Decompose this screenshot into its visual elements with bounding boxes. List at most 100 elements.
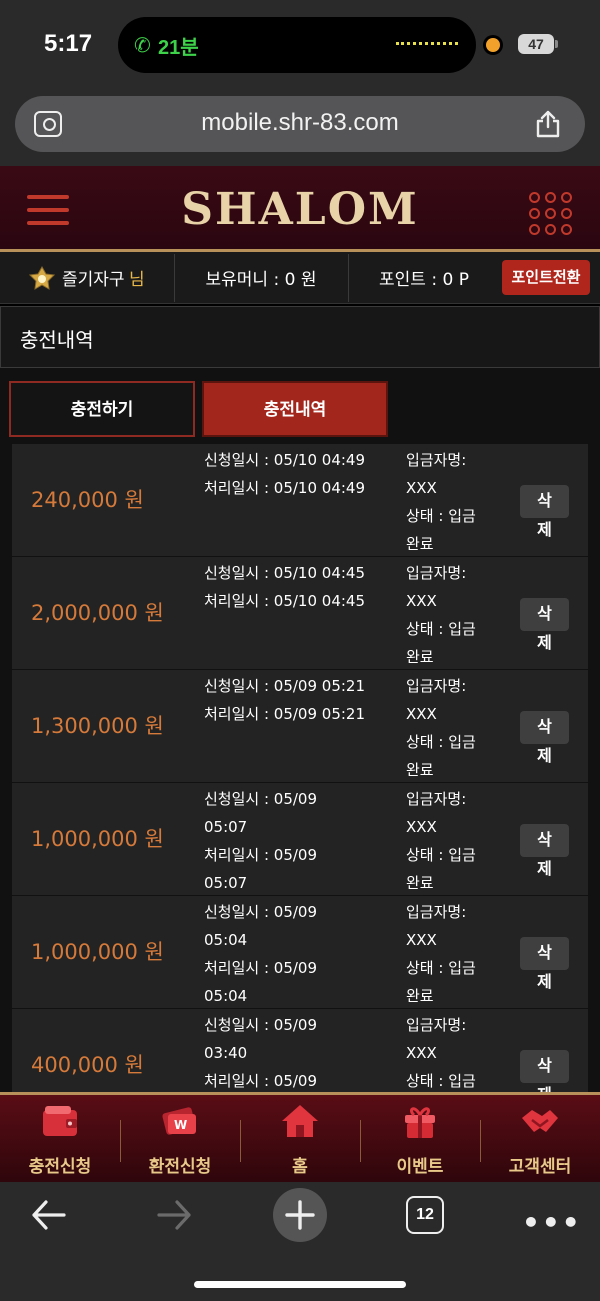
nav-label: 환전신청 (148, 1157, 212, 1177)
points-balance: 포인트 : 0 P (379, 270, 469, 290)
depositor-name: XXX (406, 479, 437, 497)
depositor-name: XXX (406, 931, 437, 949)
status-label: 상태 : 입금 (406, 846, 476, 864)
nav-item-event[interactable]: 이벤트 (360, 1098, 480, 1178)
charge-amount: 1,000,000 원 (31, 940, 164, 964)
status-label: 상태 : 입금 (406, 1072, 476, 1090)
record-dates: 신청일시 : 05/10 04:45 처리일시 : 05/10 04:45 (204, 559, 384, 615)
delete-button-label[interactable]: 제 (520, 516, 569, 540)
depositor-label: 입금자명: (406, 677, 467, 695)
delete-button[interactable]: 삭 (520, 485, 569, 518)
record-dates: 신청일시 : 05/09 05:04 처리일시 : 05/09 05:04 (204, 898, 334, 1010)
svg-text:W: W (174, 1118, 187, 1132)
process-time: 처리일시 : 05/09 05:21 (204, 705, 366, 723)
url-text[interactable]: mobile.shr-83.com (0, 109, 600, 137)
charge-amount: 1,300,000 원 (31, 714, 164, 738)
delete-button-label[interactable]: 제 (520, 1081, 569, 1092)
nav-label: 이벤트 (396, 1157, 444, 1177)
wallet-icon (43, 1106, 77, 1136)
handshake-icon (522, 1110, 558, 1132)
list-item: 2,000,000 원 신청일시 : 05/10 04:45 처리일시 : 05… (12, 557, 588, 670)
depositor-label: 입금자명: (406, 451, 467, 469)
delete-button-label[interactable]: 제 (520, 742, 569, 766)
battery-tip (555, 40, 558, 48)
list-item: 1,000,000 원 신청일시 : 05/09 05:07 처리일시 : 05… (12, 783, 588, 896)
battery-icon: 47 (518, 34, 554, 54)
depositor-name: XXX (406, 1044, 437, 1062)
charge-amount: 240,000 원 (31, 488, 144, 512)
charge-amount: 1,000,000 원 (31, 827, 164, 851)
status-value: 완료 (406, 648, 434, 666)
money-balance: 보유머니 : 0 원 (205, 270, 317, 290)
request-time: 신청일시 : 05/09 05:21 (204, 677, 366, 695)
request-time: 신청일시 : 05/09 05:07 (204, 790, 318, 836)
charge-amount: 2,000,000 원 (31, 601, 164, 625)
process-time: 처리일시 : 05/09 05:07 (204, 846, 318, 892)
delete-button-label[interactable]: 제 (520, 968, 569, 992)
share-icon[interactable] (535, 110, 561, 138)
depositor-label: 입금자명: (406, 564, 467, 582)
process-time: 처리일시 : 05/10 04:45 (204, 592, 366, 610)
record-dates: 신청일시 : 05/09 03:40 처리일시 : 05/09 (204, 1011, 334, 1092)
gift-icon (405, 1107, 435, 1138)
record-dates: 신청일시 : 05/10 04:49 처리일시 : 05/10 04:49 (204, 446, 384, 502)
tab-switcher-button[interactable]: 12 (406, 1196, 444, 1234)
page-title: 충전내역 (20, 328, 94, 352)
convert-points-button[interactable]: 포인트전환 (502, 260, 590, 295)
back-arrow-icon[interactable] (30, 1198, 68, 1232)
status-value: 완료 (406, 535, 434, 553)
depositor-name: XXX (406, 818, 437, 836)
more-options-icon[interactable]: ••• (522, 1206, 582, 1239)
request-time: 신청일시 : 05/10 04:45 (204, 564, 366, 582)
new-tab-button[interactable] (273, 1188, 327, 1242)
delete-button-label[interactable]: 제 (520, 629, 569, 653)
record-depositor: 입금자명: XXX 상태 : 입금 완료 (406, 898, 506, 1010)
nav-item-deposit[interactable]: 충전신청 (0, 1098, 120, 1178)
tab-charge-history[interactable]: 충전내역 (202, 381, 388, 437)
nav-label: 충전신청 (28, 1157, 92, 1177)
process-time: 처리일시 : 05/09 (204, 1072, 318, 1090)
divider (348, 254, 349, 302)
status-value: 완료 (406, 761, 434, 779)
process-time: 처리일시 : 05/10 04:49 (204, 479, 366, 497)
mic-indicator-icon (486, 38, 500, 52)
depositor-label: 입금자명: (406, 790, 467, 808)
record-depositor: 입금자명: XXX 상태 : 입금 완료 (406, 559, 506, 671)
site-logo[interactable]: SHALOM (0, 184, 600, 235)
forward-arrow-icon[interactable] (155, 1198, 193, 1232)
charge-history-list[interactable]: 240,000 원 신청일시 : 05/10 04:49 처리일시 : 05/1… (12, 444, 588, 1092)
record-dates: 신청일시 : 05/09 05:07 처리일시 : 05/09 05:07 (204, 785, 334, 897)
status-label: 상태 : 입금 (406, 507, 476, 525)
nav-label: 고객센터 (508, 1157, 572, 1177)
status-time: 5:17 (44, 30, 93, 57)
record-depositor: 입금자명: XXX 상태 : 입금 완료 (406, 785, 506, 897)
process-time: 처리일시 : 05/09 05:04 (204, 959, 318, 1005)
charge-amount: 400,000 원 (31, 1053, 144, 1077)
tab-charge[interactable]: 충전하기 (9, 381, 195, 437)
delete-button-label[interactable]: 제 (520, 855, 569, 879)
depositor-label: 입금자명: (406, 1016, 467, 1034)
username: 즐기자구 (62, 270, 125, 290)
depositor-name: XXX (406, 705, 437, 723)
record-depositor: 입금자명: XXX 상태 : 입금 완료 (406, 446, 506, 558)
delete-button[interactable]: 삭 (520, 711, 569, 744)
delete-button[interactable]: 삭 (520, 937, 569, 970)
delete-button[interactable]: 삭 (520, 1050, 569, 1083)
delete-button[interactable]: 삭 (520, 598, 569, 631)
list-item: 1,300,000 원 신청일시 : 05/09 05:21 처리일시 : 05… (12, 670, 588, 783)
nav-item-home[interactable]: 홈 (240, 1098, 360, 1178)
call-duration: 21분 (158, 37, 199, 59)
delete-button[interactable]: 삭 (520, 824, 569, 857)
nav-item-support[interactable]: 고객센터 (480, 1098, 600, 1178)
record-depositor: 입금자명: XXX 상태 : 입금 완료 (406, 672, 506, 784)
request-time: 신청일시 : 05/09 05:04 (204, 903, 318, 949)
status-value: 완료 (406, 874, 434, 892)
status-label: 상태 : 입금 (406, 959, 476, 977)
nav-item-withdraw[interactable]: W 환전신청 (120, 1098, 240, 1178)
list-item: 1,000,000 원 신청일시 : 05/09 05:04 처리일시 : 05… (12, 896, 588, 1009)
level-badge-icon (29, 266, 55, 290)
depositor-label: 입금자명: (406, 903, 467, 921)
record-depositor: 입금자명: XXX 상태 : 입금 (406, 1011, 506, 1092)
home-indicator[interactable] (194, 1281, 406, 1288)
grid-menu-icon[interactable] (529, 192, 573, 236)
